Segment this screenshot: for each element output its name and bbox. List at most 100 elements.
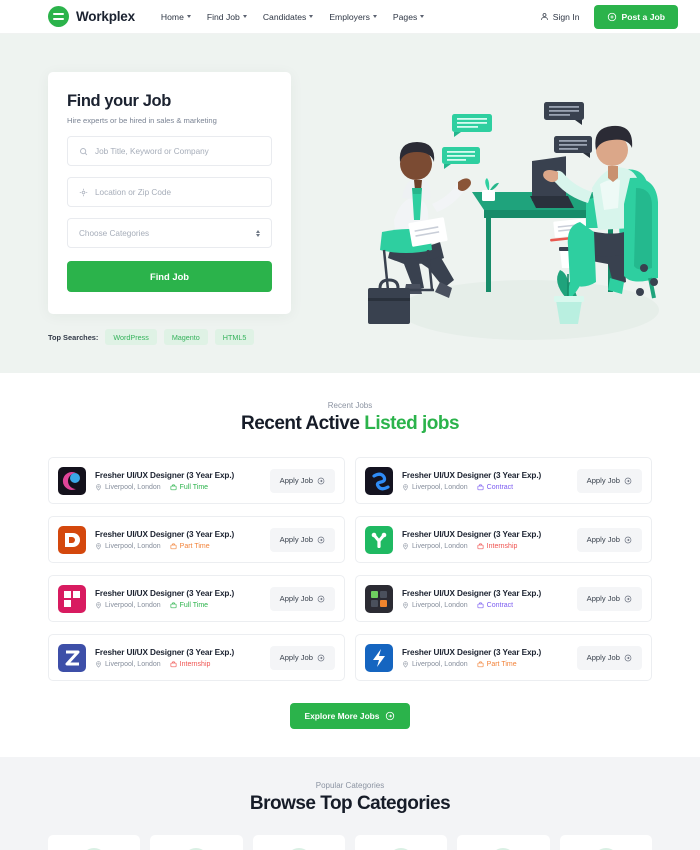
- job-card[interactable]: Fresher UI/UX Designer (3 Year Exp.) Live…: [355, 516, 652, 563]
- top-search-tag-wordpress[interactable]: WordPress: [105, 329, 157, 345]
- category-card[interactable]: [559, 835, 652, 850]
- arrow-right-circle-icon: [317, 477, 325, 484]
- nav-label: Employers: [329, 11, 370, 22]
- apply-job-label: Apply Job: [586, 594, 620, 603]
- job-info: Fresher UI/UX Designer (3 Year Exp.) Live…: [402, 589, 568, 609]
- category-placeholder: Choose Categories: [79, 228, 150, 238]
- post-a-job-button[interactable]: Post a Job: [593, 4, 678, 29]
- job-type-label: Contract: [486, 601, 514, 609]
- green-bulb-logo: [365, 525, 393, 554]
- nav-item-candidates[interactable]: Candidates: [262, 11, 314, 22]
- job-location: Liverpool, London: [402, 661, 468, 668]
- speech-bubble-left-1: [452, 114, 492, 137]
- category-select[interactable]: Choose Categories: [67, 218, 272, 248]
- category-card[interactable]: [48, 835, 141, 850]
- location-pin-icon: [96, 542, 101, 550]
- apply-job-button[interactable]: Apply Job: [576, 586, 642, 611]
- job-keyword-field[interactable]: Job Title, Keyword or Company: [67, 136, 272, 166]
- location-field[interactable]: Location or Zip Code: [67, 177, 272, 207]
- apply-job-button[interactable]: Apply Job: [576, 645, 642, 670]
- job-type-label: Part Time: [179, 542, 210, 550]
- category-card[interactable]: [355, 835, 448, 850]
- location-pin-icon: [96, 483, 101, 491]
- sign-in-button[interactable]: Sign In: [540, 12, 580, 22]
- job-type: Part Time: [477, 661, 517, 668]
- jobs-title-accent: Listed jobs: [364, 413, 460, 434]
- find-job-button[interactable]: Find Job: [67, 261, 272, 292]
- top-search-tag-magento[interactable]: Magento: [163, 329, 208, 345]
- apply-job-button[interactable]: Apply Job: [576, 527, 642, 552]
- job-title: Fresher UI/UX Designer (3 Year Exp.): [95, 529, 235, 539]
- nav-item-home[interactable]: Home: [161, 12, 191, 22]
- job-location-label: Liverpool, London: [412, 660, 468, 668]
- blue-bolt-logo: [365, 643, 393, 672]
- briefcase-icon: [477, 602, 484, 608]
- job-card[interactable]: Fresher UI/UX Designer (3 Year Exp.) Live…: [48, 516, 345, 563]
- job-card[interactable]: Fresher UI/UX Designer (3 Year Exp.) Live…: [48, 457, 345, 504]
- briefcase-icon: [477, 543, 484, 549]
- job-location: Liverpool, London: [95, 484, 161, 491]
- location-pin-icon: [403, 483, 408, 491]
- hero-subtitle: Hire experts or be hired in sales & mark…: [67, 116, 217, 125]
- apply-job-button[interactable]: Apply Job: [576, 468, 642, 493]
- explore-label: Explore More Jobs: [304, 711, 380, 721]
- speech-bubble-right-1: [544, 102, 584, 125]
- brand-name: Workplex: [76, 9, 135, 24]
- nav-label: Candidates: [262, 11, 307, 22]
- job-card[interactable]: Fresher UI/UX Designer (3 Year Exp.) Live…: [355, 575, 652, 622]
- job-meta: Liverpool, London Contract: [402, 484, 568, 491]
- plus-circle-icon: [607, 12, 616, 21]
- job-meta: Liverpool, London Part Time: [95, 543, 261, 550]
- job-type-label: Internship: [179, 660, 211, 668]
- nav-item-pages[interactable]: Pages: [393, 12, 425, 22]
- job-card[interactable]: Fresher UI/UX Designer (3 Year Exp.) Live…: [48, 575, 345, 622]
- category-card[interactable]: [457, 835, 550, 850]
- job-type: Contract: [477, 602, 513, 609]
- arrow-right-circle-icon: [317, 654, 325, 661]
- nav-item-employers[interactable]: Employers: [329, 12, 377, 22]
- job-card[interactable]: Fresher UI/UX Designer (3 Year Exp.) Live…: [355, 634, 652, 681]
- job-card[interactable]: Fresher UI/UX Designer (3 Year Exp.) Live…: [48, 634, 345, 681]
- apply-job-label: Apply Job: [279, 535, 313, 544]
- top-search-tag-html5[interactable]: HTML5: [214, 329, 255, 345]
- job-info: Fresher UI/UX Designer (3 Year Exp.) Live…: [95, 648, 261, 668]
- job-search-card: Find your Job Hire experts or be hired i…: [48, 72, 291, 314]
- job-info: Fresher UI/UX Designer (3 Year Exp.) Live…: [402, 530, 568, 550]
- speech-bubble-left-2: [442, 147, 480, 169]
- header-actions: Sign In Post a Job: [540, 4, 678, 29]
- brand-logo[interactable]: Workplex: [48, 6, 135, 27]
- arrow-right-circle-icon: [624, 654, 632, 661]
- location-pin-icon: [96, 601, 101, 609]
- job-title: Fresher UI/UX Designer (3 Year Exp.): [402, 470, 542, 480]
- apply-job-button[interactable]: Apply Job: [269, 527, 335, 552]
- briefcase-icon: [170, 543, 177, 549]
- apply-job-button[interactable]: Apply Job: [269, 586, 335, 611]
- nav-item-find-job[interactable]: Find Job: [207, 12, 247, 22]
- arrow-right-circle-icon: [624, 536, 632, 543]
- briefcase-icon: [170, 602, 177, 608]
- job-location-label: Liverpool, London: [105, 483, 161, 491]
- job-location-label: Liverpool, London: [105, 542, 161, 550]
- post-a-job-label: Post a Job: [621, 11, 665, 22]
- apply-job-button[interactable]: Apply Job: [269, 468, 335, 493]
- briefcase-icon: [170, 484, 177, 490]
- location-pin-icon: [96, 660, 101, 668]
- job-card[interactable]: Fresher UI/UX Designer (3 Year Exp.) Live…: [355, 457, 652, 504]
- category-card[interactable]: [150, 835, 243, 850]
- dark-crescent-logo: [58, 466, 86, 495]
- jobs-eyebrow: Recent Jobs: [327, 401, 373, 410]
- location-pin-icon: [403, 601, 408, 609]
- job-type: Full Time: [170, 484, 208, 491]
- categories-grid: [48, 835, 652, 850]
- job-location: Liverpool, London: [95, 602, 161, 609]
- category-card[interactable]: [252, 835, 345, 850]
- explore-more-wrap: Explore More Jobs: [0, 703, 700, 729]
- apply-job-button[interactable]: Apply Job: [269, 645, 335, 670]
- search-icon: [80, 147, 88, 155]
- apply-job-label: Apply Job: [586, 535, 620, 544]
- crosshair-icon: [79, 188, 88, 196]
- job-type-label: Contract: [486, 483, 514, 491]
- explore-more-jobs-button[interactable]: Explore More Jobs: [289, 703, 411, 729]
- job-meta: Liverpool, London Full Time: [95, 484, 261, 491]
- jobs-title: Recent Active Listed jobs: [0, 413, 700, 435]
